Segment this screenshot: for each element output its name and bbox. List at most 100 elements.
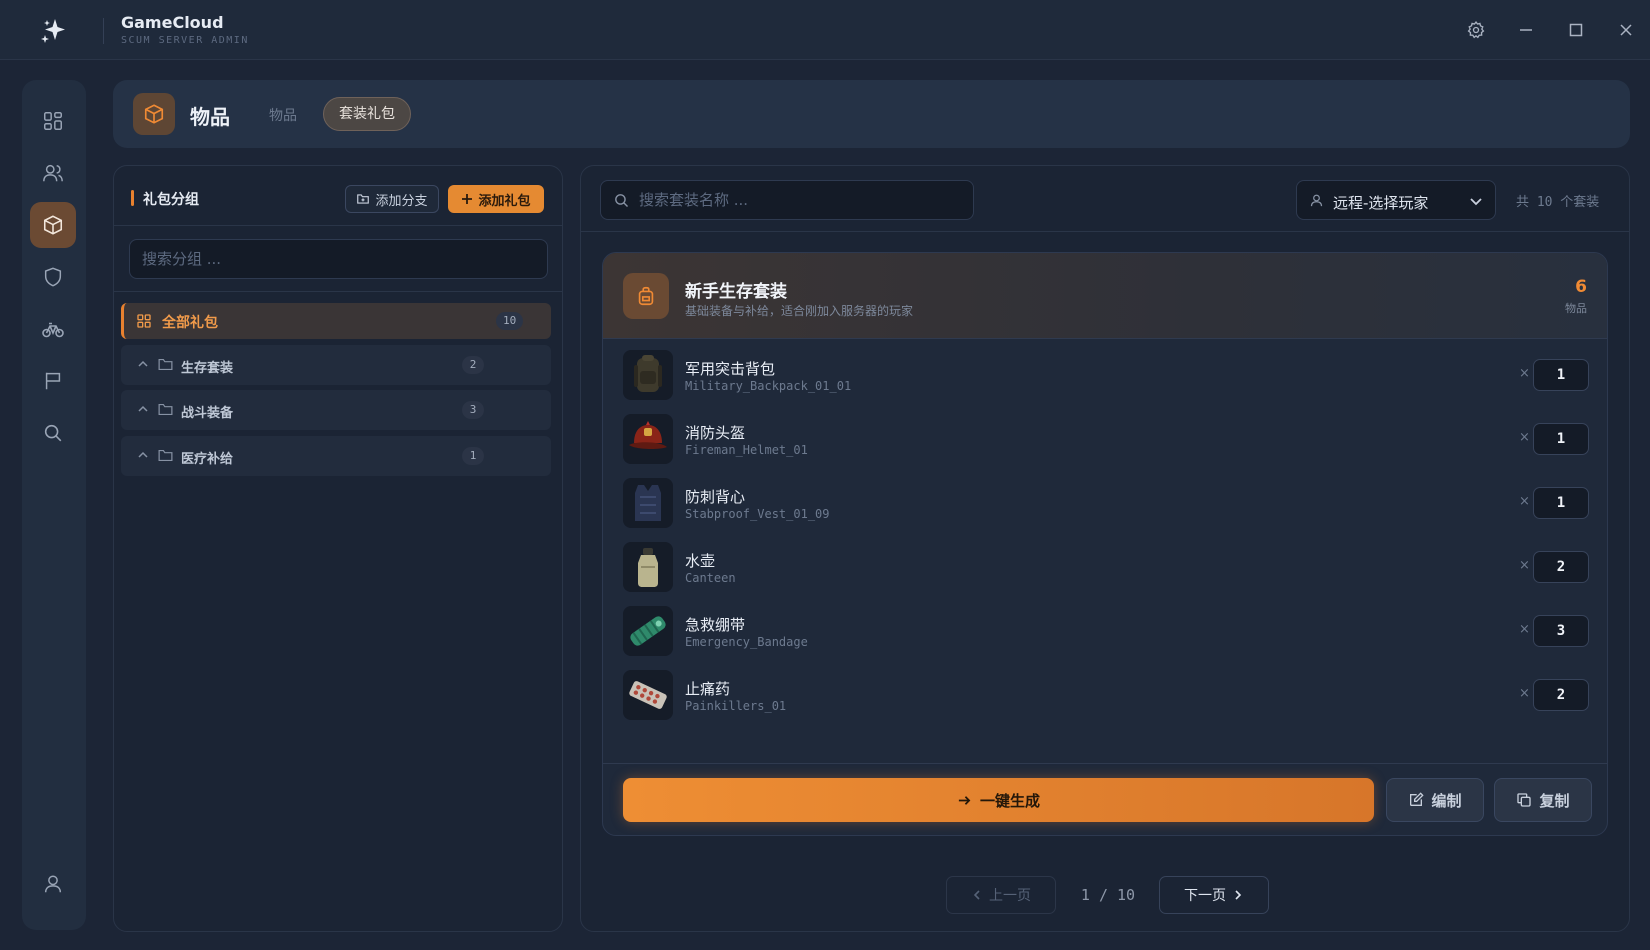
settings-button[interactable]: [1464, 18, 1488, 42]
count-badge: 3: [462, 401, 484, 419]
kit-total-count: 共 10 个套装: [1516, 195, 1600, 210]
group-label: 医疗补给: [181, 452, 234, 467]
user-icon: [44, 875, 62, 893]
generate-button[interactable]: 一键生成: [623, 778, 1374, 822]
add-kit-button[interactable]: 添加礼包: [448, 185, 544, 213]
generate-label: 一键生成: [979, 791, 1040, 810]
item-code: Military_Backpack_01_01: [685, 379, 852, 393]
sidebar-item-flags[interactable]: [30, 358, 76, 404]
add-branch-button[interactable]: 添加分支: [345, 185, 439, 213]
copy-icon: [1517, 793, 1532, 807]
item-code: Stabproof_Vest_01_09: [685, 507, 830, 521]
group-search-input[interactable]: [129, 239, 548, 279]
chevron-up-icon[interactable]: [137, 403, 149, 415]
chevron-up-icon[interactable]: [137, 358, 149, 370]
group-item-combat[interactable]: 战斗装备 3: [121, 390, 551, 430]
tab-items[interactable]: 物品: [269, 105, 297, 125]
list-item: 止痛药 Painkillers_01 × 2: [623, 670, 1589, 722]
minimize-icon: [1520, 29, 1532, 31]
multiply-symbol: ×: [1519, 430, 1530, 445]
plus-icon: [462, 194, 473, 204]
item-code: Emergency_Bandage: [685, 635, 808, 649]
sidebar-item-profile[interactable]: [30, 861, 76, 907]
close-icon: [1620, 24, 1632, 36]
arrow-right-icon: [958, 795, 971, 805]
close-button[interactable]: [1614, 18, 1638, 42]
bicycle-icon: [42, 322, 64, 338]
kit-card: 新手生存套装 基础装备与补给，适合刚加入服务器的玩家 6 物品 军用突击背包 M…: [602, 252, 1608, 836]
item-name: 军用突击背包: [685, 360, 776, 378]
item-name: 消防头盔: [685, 424, 746, 442]
user-icon: [1310, 194, 1323, 207]
kit-search-input[interactable]: [639, 181, 969, 219]
quantity-field[interactable]: 1: [1533, 487, 1589, 519]
kit-item-count-label: 物品: [1565, 302, 1587, 315]
copy-button[interactable]: 复制: [1494, 778, 1592, 822]
sidebar-item-dashboard[interactable]: [30, 98, 76, 144]
quantity-field[interactable]: 2: [1533, 679, 1589, 711]
quantity-field[interactable]: 1: [1533, 423, 1589, 455]
next-page-label: 下一页: [1184, 888, 1226, 904]
prev-page-button[interactable]: 上一页: [946, 876, 1056, 914]
kit-name: 新手生存套装: [685, 282, 787, 302]
add-kit-label: 添加礼包: [478, 193, 531, 209]
sidebar-item-users[interactable]: [30, 150, 76, 196]
item-code: Painkillers_01: [685, 699, 787, 713]
player-select-dropdown[interactable]: 远程-选择玩家: [1296, 180, 1496, 220]
groups-panel: 礼包分组 添加分支 添加礼包 全部礼包 10 生存套装 2 战斗装备 3: [113, 165, 563, 932]
sidebar-item-security[interactable]: [30, 254, 76, 300]
multiply-symbol: ×: [1519, 686, 1530, 701]
item-thumbnail: [623, 350, 673, 400]
page-indicator: 1 / 10: [1080, 886, 1136, 904]
page-header: 物品 物品 套装礼包: [113, 80, 1630, 148]
next-page-button[interactable]: 下一页: [1159, 876, 1269, 914]
dashboard-icon: [44, 112, 62, 130]
item-code: Fireman_Helmet_01: [685, 443, 808, 457]
page-title: 物品: [190, 105, 230, 129]
quantity-field[interactable]: 3: [1533, 615, 1589, 647]
item-name: 水壶: [685, 552, 716, 570]
sidebar: [22, 80, 86, 930]
chevron-up-icon[interactable]: [137, 449, 149, 461]
count-badge: 1: [462, 447, 484, 465]
minimize-button[interactable]: [1514, 18, 1538, 42]
chevron-right-icon: [1235, 890, 1242, 900]
edit-icon: [1410, 792, 1425, 806]
flag-icon: [45, 372, 61, 390]
bandage-image: [630, 616, 666, 646]
edit-button[interactable]: 编制: [1386, 778, 1484, 822]
list-item: 防刺背心 Stabproof_Vest_01_09 × 1: [623, 478, 1589, 530]
edit-label: 编制: [1431, 791, 1462, 810]
pills-image: [629, 681, 667, 709]
multiply-symbol: ×: [1519, 366, 1530, 381]
backpack-image: [634, 355, 662, 392]
folder-icon: [158, 449, 173, 462]
quantity-field[interactable]: 2: [1533, 551, 1589, 583]
quantity-field[interactable]: 1: [1533, 359, 1589, 391]
divider: [114, 291, 562, 292]
item-name: 止痛药: [685, 680, 731, 698]
vest-image: [635, 485, 661, 521]
list-item: 急救绷带 Emergency_Bandage × 3: [623, 606, 1589, 658]
group-item-medical[interactable]: 医疗补给 1: [121, 436, 551, 476]
tab-kits[interactable]: 套装礼包: [323, 97, 411, 131]
folder-icon: [158, 403, 173, 416]
list-item: 水壶 Canteen × 2: [623, 542, 1589, 594]
multiply-symbol: ×: [1519, 622, 1530, 637]
multiply-symbol: ×: [1519, 558, 1530, 573]
title-divider: [103, 18, 104, 44]
group-item-all[interactable]: 全部礼包 10: [121, 303, 551, 339]
sidebar-item-vehicles[interactable]: [30, 306, 76, 352]
sidebar-item-items[interactable]: [30, 202, 76, 248]
helmet-image: [629, 421, 667, 450]
kit-search: [600, 180, 974, 220]
sidebar-item-search[interactable]: [30, 410, 76, 456]
group-label: 战斗装备: [181, 406, 234, 421]
prev-page-label: 上一页: [989, 888, 1031, 904]
copy-label: 复制: [1539, 791, 1570, 810]
player-select-value: 远程-选择玩家: [1333, 194, 1429, 212]
groups-panel-header: 礼包分组 添加分支 添加礼包: [114, 166, 562, 226]
maximize-button[interactable]: [1564, 18, 1588, 42]
group-item-survival[interactable]: 生存套装 2: [121, 345, 551, 385]
count-badge: 10: [496, 312, 524, 330]
